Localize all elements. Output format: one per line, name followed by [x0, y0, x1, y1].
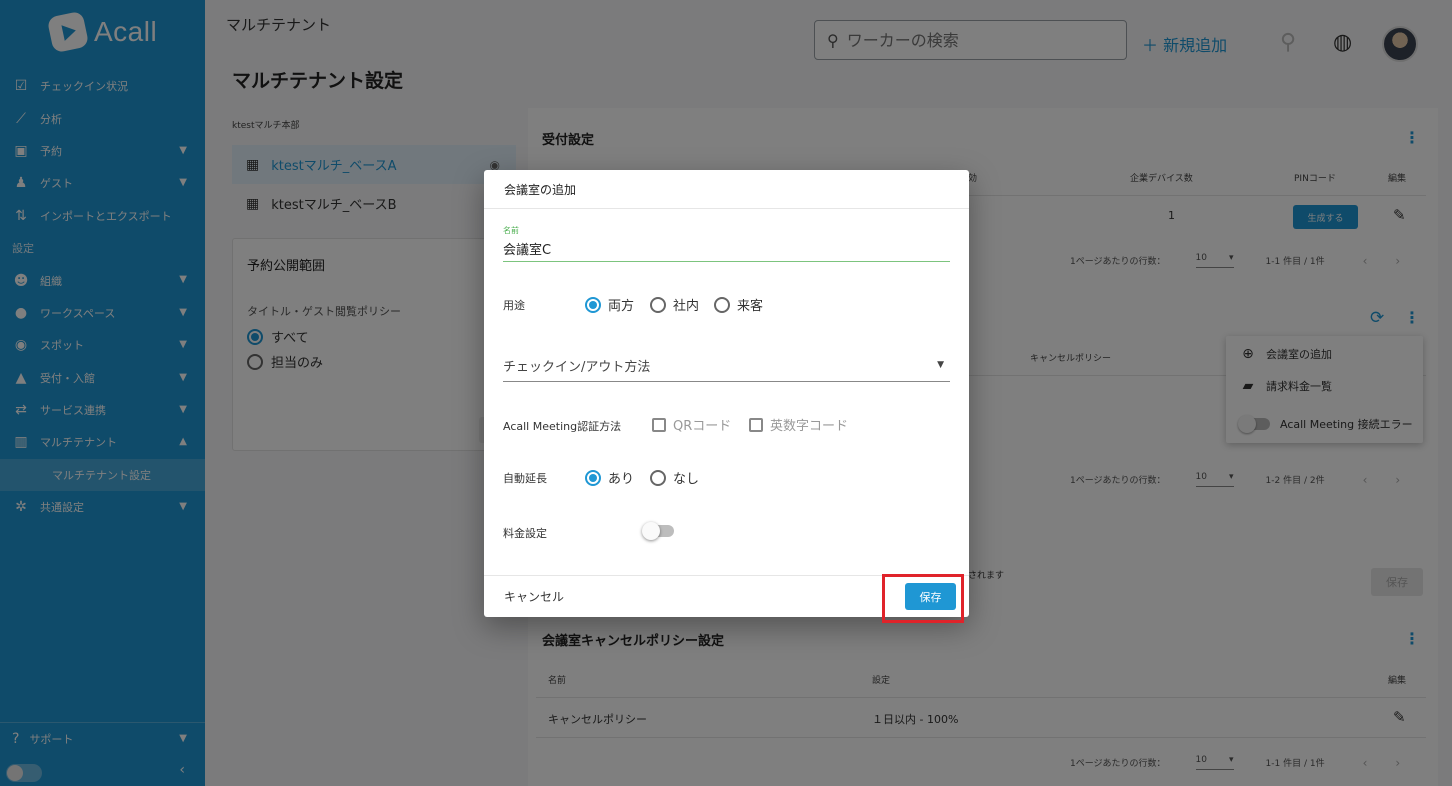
divider [484, 208, 969, 209]
radio-checked-icon [585, 296, 601, 313]
radio-checked-icon [585, 469, 601, 486]
name-field[interactable]: 会議室C [503, 239, 551, 258]
dialog-title: 会議室の追加 [504, 183, 577, 197]
cancel-button[interactable]: キャンセル [504, 588, 564, 605]
radio-unchecked-icon [650, 296, 666, 313]
radio-unchecked-icon [650, 469, 666, 486]
select-label: チェックイン/アウト方法 [503, 360, 651, 375]
fee-toggle[interactable] [642, 522, 674, 540]
checkbox-icon [749, 417, 763, 432]
radio-unchecked-icon [714, 296, 730, 313]
auto-extend-label: 自動延長 [503, 472, 547, 485]
option-label: 来客 [737, 299, 764, 314]
option-label: なし [673, 472, 700, 487]
auth-option-alphanumeric[interactable]: 英数字コード [749, 415, 848, 434]
auth-option-qr[interactable]: QRコード [652, 415, 731, 434]
usage-option-internal[interactable]: 社内 [650, 295, 699, 314]
usage-label: 用途 [503, 299, 525, 312]
option-label: 社内 [673, 299, 700, 314]
name-field-label: 名前 [503, 226, 519, 235]
option-label: QRコード [673, 419, 732, 434]
checkin-method-select[interactable]: チェックイン/アウト方法 ▼ [503, 356, 950, 382]
auto-extend-no[interactable]: なし [650, 468, 699, 487]
add-room-dialog: 会議室の追加 名前 会議室C 用途 両方 社内 来客 チェックイン/アウト方法 … [484, 170, 969, 617]
auto-extend-yes[interactable]: あり [585, 468, 634, 487]
fee-label: 料金設定 [503, 527, 547, 540]
meeting-auth-label: Acall Meeting認証方法 [503, 420, 622, 433]
option-label: 両方 [608, 299, 635, 314]
checkbox-icon [652, 417, 666, 432]
save-highlight-box [882, 574, 964, 623]
usage-option-both[interactable]: 両方 [585, 295, 634, 314]
option-label: 英数字コード [770, 419, 849, 434]
name-field-underline [503, 261, 950, 262]
usage-option-visitor[interactable]: 来客 [714, 295, 763, 314]
caret-down-icon: ▼ [937, 360, 944, 370]
option-label: あり [608, 472, 635, 487]
